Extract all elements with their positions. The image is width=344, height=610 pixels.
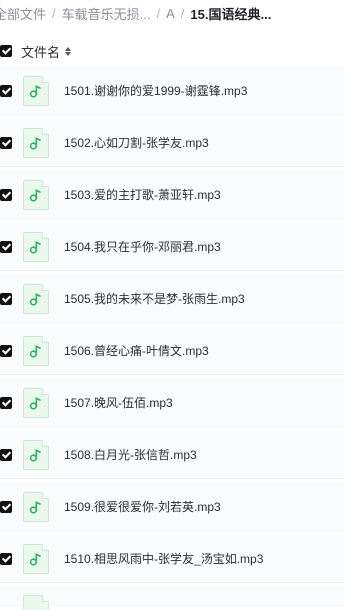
- file-name[interactable]: 1505.我的未来不是梦-张雨生.mp3: [64, 290, 245, 307]
- file-name[interactable]: 1506.曾经心痛-叶倩文.mp3: [64, 342, 209, 359]
- breadcrumb-item-subfolder[interactable]: A: [166, 6, 175, 21]
- file-checkbox[interactable]: [0, 240, 12, 253]
- breadcrumb-item-folder[interactable]: 车载音乐无损...: [62, 4, 151, 23]
- file-name[interactable]: 1508.白月光-张信哲.mp3: [64, 446, 197, 463]
- file-checkbox[interactable]: [0, 292, 12, 305]
- music-file-icon: [23, 283, 49, 314]
- file-name[interactable]: 1503.爱的主打歌-萧亚轩.mp3: [64, 186, 221, 203]
- file-row[interactable]: 1504.我只在乎你-邓丽君.mp3: [0, 223, 344, 271]
- file-checkbox[interactable]: [0, 188, 12, 201]
- column-header-filename[interactable]: 文件名: [21, 42, 60, 61]
- music-file-icon: [23, 543, 49, 574]
- music-file-icon: [23, 179, 49, 210]
- file-list-header: 文件名: [0, 37, 344, 65]
- breadcrumb-separator: /: [52, 5, 56, 21]
- music-file-icon: [23, 595, 49, 610]
- sort-icon[interactable]: [65, 46, 72, 56]
- file-row[interactable]: 1507.晚风-伍佰.mp3: [0, 379, 344, 427]
- breadcrumb-separator: /: [180, 5, 185, 21]
- file-name[interactable]: 1504.我只在乎你-邓丽君.mp3: [64, 238, 221, 255]
- file-row-partial[interactable]: [0, 587, 344, 610]
- file-row[interactable]: 1501.谢谢你的爱1999-谢霆锋.mp3: [0, 67, 344, 115]
- file-row[interactable]: 1510.相思风雨中-张学友_汤宝如.mp3: [0, 535, 344, 583]
- music-file-icon: [23, 75, 49, 106]
- file-name[interactable]: 1509.很爱很爱你-刘若英.mp3: [64, 498, 221, 515]
- music-file-icon: [23, 491, 49, 522]
- file-row[interactable]: 1502.心如刀割-张学友.mp3: [0, 119, 344, 167]
- file-row[interactable]: 1503.爱的主打歌-萧亚轩.mp3: [0, 171, 344, 219]
- file-checkbox[interactable]: [0, 136, 12, 149]
- file-row[interactable]: 1508.白月光-张信哲.mp3: [0, 431, 344, 479]
- file-checkbox[interactable]: [0, 552, 12, 565]
- file-name[interactable]: 1507.晚风-伍佰.mp3: [64, 394, 173, 411]
- breadcrumb-current: 15.国语经典...: [190, 6, 272, 22]
- file-name[interactable]: 1510.相思风雨中-张学友_汤宝如.mp3: [64, 550, 263, 567]
- file-checkbox[interactable]: [0, 396, 12, 409]
- music-file-icon: [23, 439, 49, 470]
- breadcrumb: 全部文件 / 车载音乐无损... / A / 15.国语经典...: [0, 0, 344, 26]
- file-checkbox[interactable]: [0, 84, 12, 97]
- file-list: 1501.谢谢你的爱1999-谢霆锋.mp3 1502.心如刀割-张学友.mp3 1…: [0, 67, 344, 610]
- breadcrumb-separator: /: [156, 5, 161, 21]
- file-checkbox[interactable]: [0, 344, 12, 357]
- select-all-checkbox[interactable]: [0, 45, 12, 57]
- music-file-icon: [23, 127, 49, 158]
- file-name[interactable]: 1502.心如刀割-张学友.mp3: [64, 134, 209, 151]
- music-file-icon: [23, 387, 49, 418]
- file-checkbox[interactable]: [0, 448, 12, 461]
- file-checkbox[interactable]: [0, 500, 12, 513]
- breadcrumb-item-all-files[interactable]: 全部文件: [0, 4, 46, 23]
- music-file-icon: [23, 335, 49, 366]
- music-file-icon: [23, 231, 49, 262]
- file-name[interactable]: 1501.谢谢你的爱1999-谢霆锋.mp3: [64, 82, 247, 99]
- file-row[interactable]: 1505.我的未来不是梦-张雨生.mp3: [0, 275, 344, 323]
- file-row[interactable]: 1506.曾经心痛-叶倩文.mp3: [0, 327, 344, 375]
- file-row[interactable]: 1509.很爱很爱你-刘若英.mp3: [0, 483, 344, 531]
